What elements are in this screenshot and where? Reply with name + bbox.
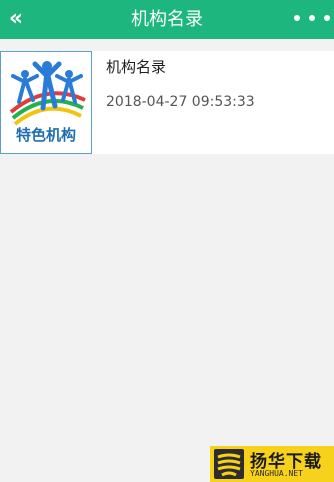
more-options-button[interactable]: [294, 6, 330, 30]
watermark-logo-icon: [214, 449, 244, 479]
more-dots-icon: [324, 15, 330, 21]
item-datetime: 2018-04-27 09:53:33: [106, 94, 255, 110]
watermark-domain: YANGHUA.NET: [250, 469, 303, 478]
item-title: 机构名录: [106, 58, 167, 76]
list-item[interactable]: 特色机构 机构名录 2018-04-27 09:53:33: [0, 51, 334, 154]
page-title: 机构名录: [131, 9, 203, 30]
site-watermark: 扬华下载 YANGHUA.NET: [210, 446, 334, 482]
more-dots-icon: [309, 15, 315, 21]
thumbnail-caption: 特色机构: [15, 126, 76, 144]
item-thumbnail: 特色机构: [0, 51, 92, 154]
top-app-bar: « 机构名录: [0, 0, 334, 39]
more-dots-icon: [294, 15, 300, 21]
